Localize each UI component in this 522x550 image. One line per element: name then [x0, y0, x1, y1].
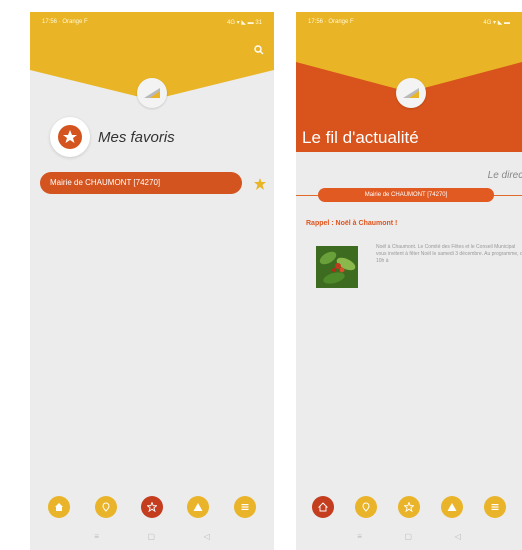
favorite-item[interactable]: Mairie de CHAUMONT [74270] [40, 172, 242, 194]
nav-alert-icon[interactable] [187, 496, 210, 518]
recent-apps-button[interactable]: ≡ [357, 532, 362, 541]
app-logo [137, 78, 167, 108]
favorite-star-icon[interactable] [254, 177, 266, 195]
post-title[interactable]: Rappel : Noël à Chaumont ! [306, 220, 397, 227]
search-icon[interactable] [254, 42, 264, 60]
star-icon [50, 117, 90, 157]
system-navigation: ≡ ▢ ◁ [30, 532, 274, 541]
nav-location-icon[interactable] [355, 496, 378, 518]
nav-menu-icon[interactable] [233, 496, 256, 518]
status-bar: 17:56 · Orange F 4G ▾ ◣ ▬ [296, 12, 522, 32]
recent-apps-button[interactable]: ≡ [94, 532, 99, 541]
status-left: 17:56 · Orange F [42, 19, 88, 25]
nav-favorites-icon[interactable] [140, 496, 163, 518]
favorites-screen: 17:56 · Orange F 4G ▾ ◣ ▬ 31 Mes favoris… [30, 12, 274, 550]
home-button[interactable]: ▢ [147, 532, 155, 541]
nav-alert-icon[interactable] [440, 496, 463, 518]
app-logo [396, 78, 426, 108]
system-navigation: ≡ ▢ ◁ [296, 532, 522, 541]
page-title: Mes favoris [98, 128, 175, 146]
news-feed-screen: 17:56 · Orange F 4G ▾ ◣ ▬ Le fil d'actua… [296, 12, 522, 550]
source-label[interactable]: Mairie de CHAUMONT [74270] [318, 188, 494, 202]
back-button[interactable]: ◁ [455, 532, 461, 541]
nav-location-icon[interactable] [94, 496, 117, 518]
status-left: 17:56 · Orange F [308, 19, 354, 25]
nav-home-icon[interactable] [48, 496, 71, 518]
status-right: 4G ▾ ◣ ▬ 31 [227, 19, 262, 26]
back-button[interactable]: ◁ [204, 532, 210, 541]
nav-favorites-icon[interactable] [397, 496, 420, 518]
favorites-header: Mes favoris [50, 117, 175, 157]
post-excerpt: Noël à Chaumont. Le Comité des Fêtes et … [376, 244, 522, 264]
post-thumbnail[interactable] [316, 246, 358, 288]
page-title: Le fil d'actualité [302, 128, 419, 147]
status-bar: 17:56 · Orange F 4G ▾ ◣ ▬ 31 [30, 12, 274, 32]
bottom-navigation [30, 496, 274, 518]
home-button[interactable]: ▢ [404, 532, 412, 541]
nav-menu-icon[interactable] [483, 496, 506, 518]
direct-tab[interactable]: Le direct [488, 170, 522, 181]
nav-home-icon[interactable] [312, 496, 335, 518]
bottom-navigation [296, 496, 522, 518]
status-right: 4G ▾ ◣ ▬ [483, 19, 510, 26]
